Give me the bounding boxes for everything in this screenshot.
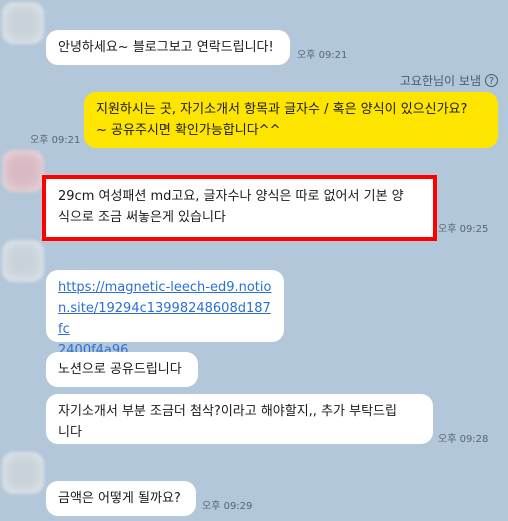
my-message-bubble: 지원하시는 곳, 자기소개서 항목과 글자수 / 혹은 양식이 있으신가요? ~… bbox=[84, 92, 498, 148]
message-text-line: ~ 공유주시면 확인가능합니다^^ bbox=[96, 123, 281, 138]
help-icon[interactable]: ? bbox=[485, 74, 498, 87]
message-timestamp: 오후 09:28 bbox=[438, 434, 489, 445]
message-timestamp: 오후 09:29 bbox=[202, 501, 253, 512]
message-bubble: 자기소개서 부분 조금더 첨삭?이라고 해야할지,, 추가 부탁드립 니다 bbox=[46, 394, 433, 444]
sent-by-note: 고요한님이 보냄 ? bbox=[400, 72, 498, 89]
message-bubble: 안녕하세요~ 블로그보고 연락드립니다! bbox=[46, 30, 290, 65]
message-text-line: 29cm 여성패션 md고요, 글자수나 양식은 따로 없어서 기본 양 bbox=[58, 189, 404, 204]
sender-avatar[interactable] bbox=[2, 150, 44, 192]
sender-avatar[interactable] bbox=[2, 2, 44, 44]
message-text: 금액은 어떻게 될까요? bbox=[58, 491, 181, 506]
message-timestamp: 오후 09:21 bbox=[30, 135, 81, 146]
sender-avatar[interactable] bbox=[2, 240, 44, 282]
message-text: 노션으로 공유드립니다 bbox=[58, 362, 182, 377]
link-text-line[interactable]: n.site/19294c13998248608d187fc bbox=[58, 298, 272, 340]
sender-avatar[interactable] bbox=[2, 452, 44, 494]
link-text-line[interactable]: https://magnetic-leech-ed9.notio bbox=[58, 277, 272, 298]
message-text: 안녕하세요~ 블로그보고 연락드립니다! bbox=[58, 40, 274, 55]
message-text-line: 자기소개서 부분 조금더 첨삭?이라고 해야할지,, 추가 부탁드립 bbox=[58, 404, 397, 419]
message-bubble: 금액은 어떻게 될까요? bbox=[46, 481, 196, 516]
highlighted-message-bubble: 29cm 여성패션 md고요, 글자수나 양식은 따로 없어서 기본 양 식으로… bbox=[42, 175, 437, 241]
message-bubble: https://magnetic-leech-ed9.notio n.site/… bbox=[46, 270, 284, 358]
message-text-line: 지원하시는 곳, 자기소개서 항목과 글자수 / 혹은 양식이 있으신가요? bbox=[96, 102, 468, 117]
sent-by-label: 고요한님이 보냄 bbox=[399, 74, 481, 88]
message-timestamp: 오후 09:25 bbox=[438, 224, 489, 235]
notion-link[interactable]: https://magnetic-leech-ed9.notio n.site/… bbox=[58, 277, 272, 361]
message-timestamp: 오후 09:21 bbox=[297, 50, 348, 61]
message-text-line: 니다 bbox=[58, 425, 82, 440]
message-text-line: 식으로 조금 써놓은게 있습니다 bbox=[58, 210, 226, 225]
message-bubble: 노션으로 공유드립니다 bbox=[46, 352, 198, 387]
